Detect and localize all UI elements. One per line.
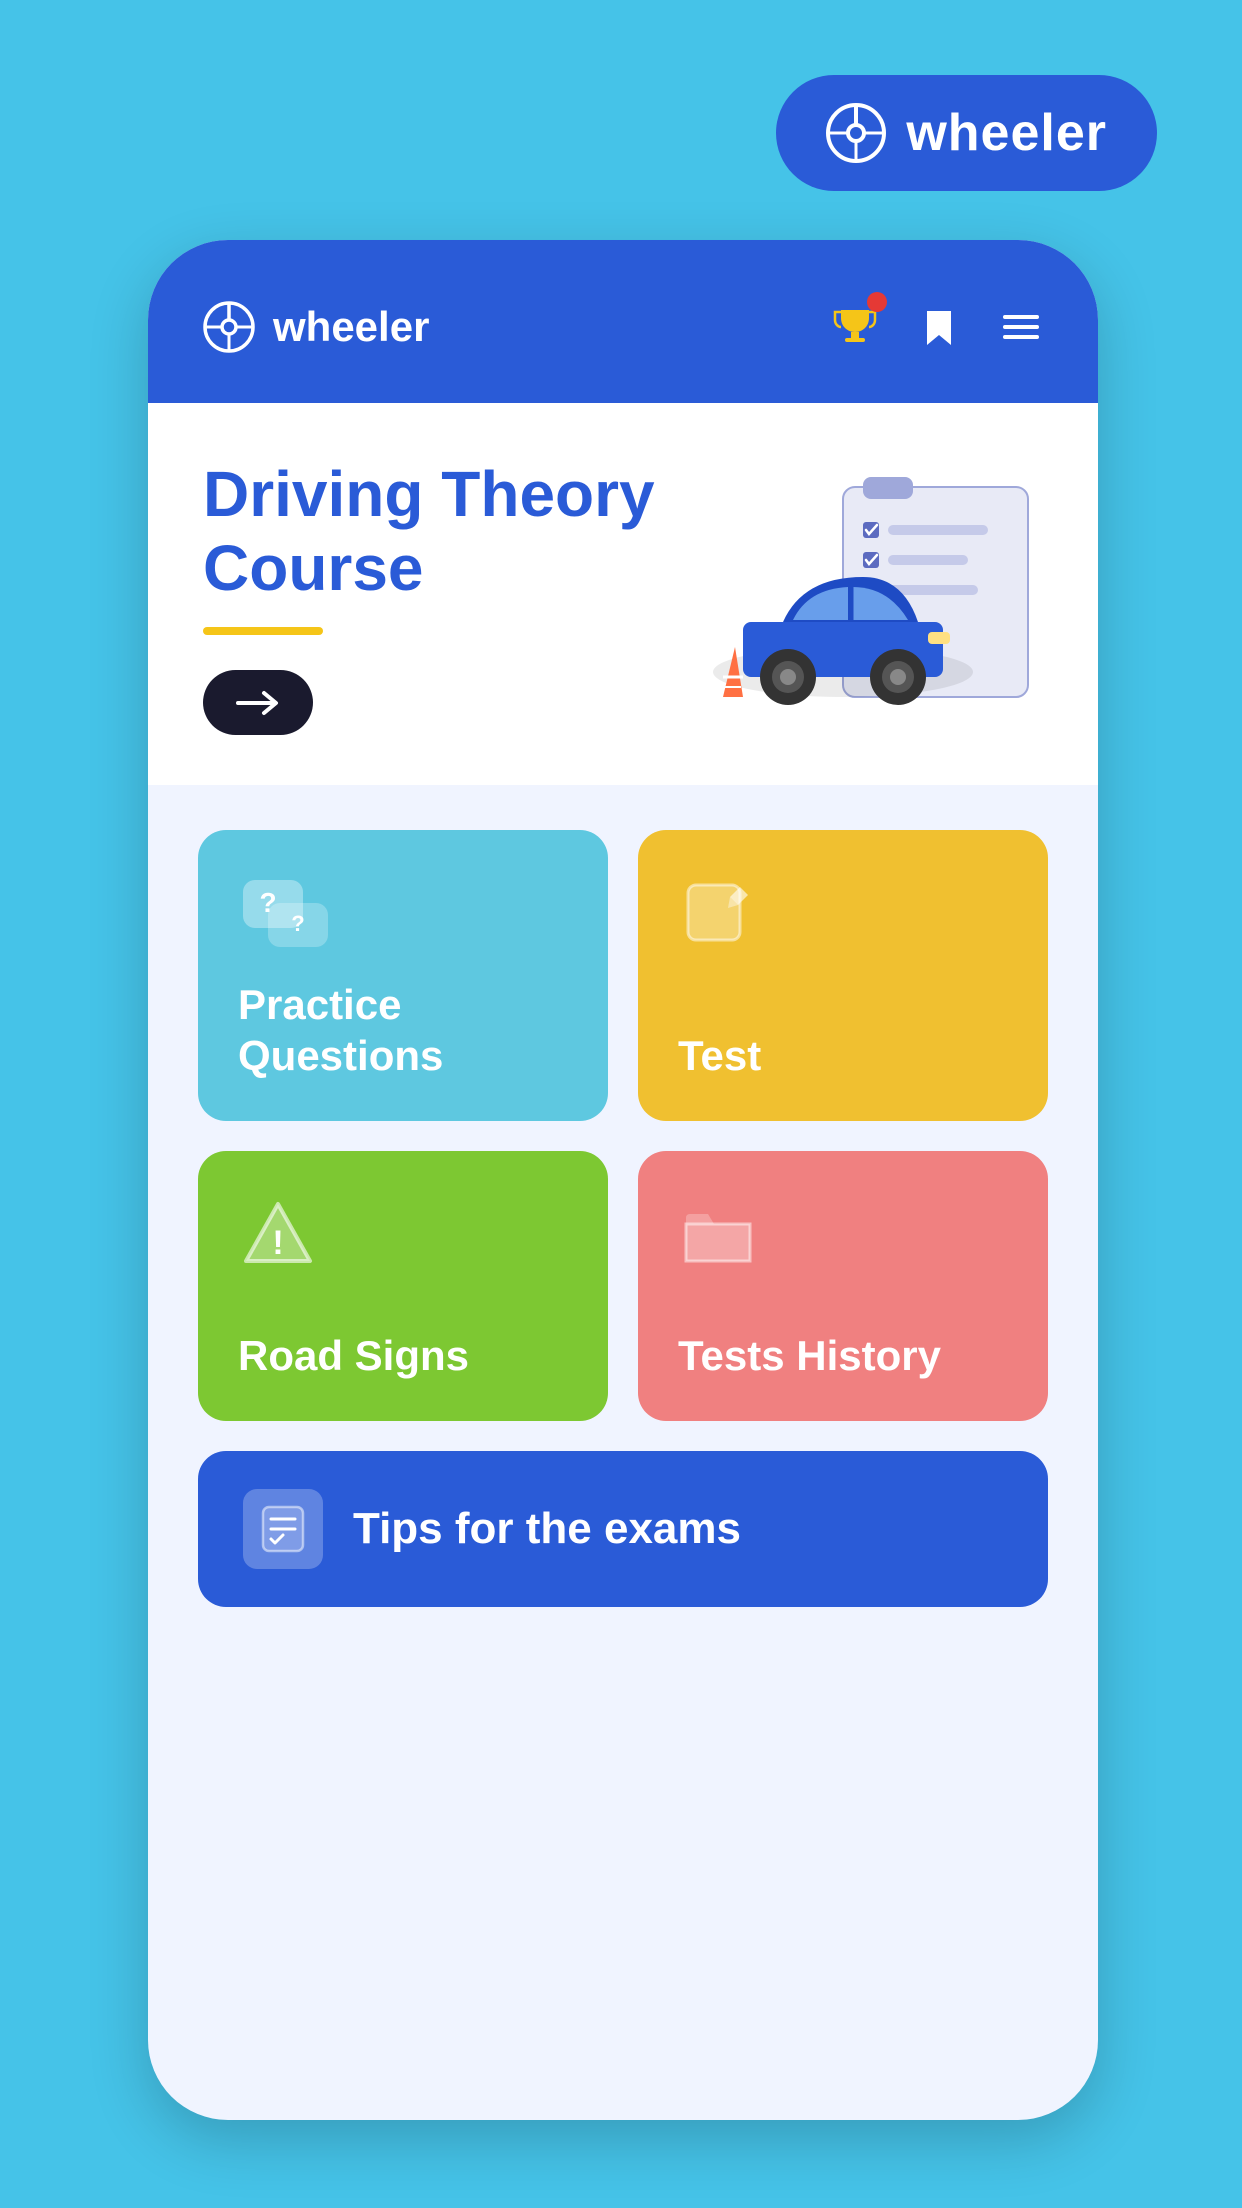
hero-section: Driving Theory Course <box>148 403 1098 785</box>
tips-icon-container <box>243 1489 323 1569</box>
top-brand-name: wheeler <box>906 103 1107 163</box>
cards-grid: ? ? Practice Questions Test <box>198 830 1048 1421</box>
road-signs-label: Road Signs <box>238 1331 568 1381</box>
header-actions <box>831 300 1043 353</box>
test-label: Test <box>678 1031 1008 1081</box>
practice-questions-card[interactable]: ? ? Practice Questions <box>198 830 608 1121</box>
warning-icon: ! <box>238 1196 318 1276</box>
tests-history-label: Tests History <box>678 1331 1008 1381</box>
road-signs-card[interactable]: ! Road Signs <box>198 1151 608 1421</box>
history-icon-area <box>678 1196 1008 1281</box>
hero-title: Driving Theory Course <box>203 458 703 605</box>
trophy-button[interactable] <box>831 300 879 353</box>
notification-dot <box>867 292 887 312</box>
roadsigns-icon-area: ! <box>238 1196 568 1281</box>
tests-history-card[interactable]: Tests History <box>638 1151 1048 1421</box>
tips-banner[interactable]: Tips for the exams <box>198 1451 1048 1607</box>
phone-device: wheeler <box>148 240 1098 2120</box>
hero-underline <box>203 627 323 635</box>
test-card[interactable]: Test <box>638 830 1048 1121</box>
folder-icon <box>678 1196 758 1276</box>
top-wheeler-badge: wheeler <box>776 75 1157 191</box>
hero-image <box>703 477 1043 717</box>
svg-text:?: ? <box>291 911 304 936</box>
chat-question-icon: ? ? <box>238 875 338 955</box>
hero-arrow-button[interactable] <box>203 670 313 735</box>
tips-label: Tips for the exams <box>353 1504 741 1554</box>
checklist-icon <box>257 1503 309 1555</box>
practice-questions-label: Practice Questions <box>238 980 568 1081</box>
header-logo: wheeler <box>203 301 429 353</box>
practice-icon-area: ? ? <box>238 875 568 960</box>
bookmark-icon[interactable] <box>917 305 961 349</box>
menu-icon[interactable] <box>999 305 1043 349</box>
arrow-right-icon <box>236 688 280 718</box>
cards-section: ? ? Practice Questions Test <box>148 785 1098 1652</box>
test-icon-area <box>678 875 1008 960</box>
steering-wheel-icon-top <box>826 103 886 163</box>
svg-text:!: ! <box>272 1224 283 1262</box>
hero-text-area: Driving Theory Course <box>203 458 703 735</box>
steering-wheel-icon-header <box>203 301 255 353</box>
app-header: wheeler <box>148 240 1098 403</box>
edit-icon <box>678 875 758 955</box>
header-brand-name: wheeler <box>273 303 429 351</box>
